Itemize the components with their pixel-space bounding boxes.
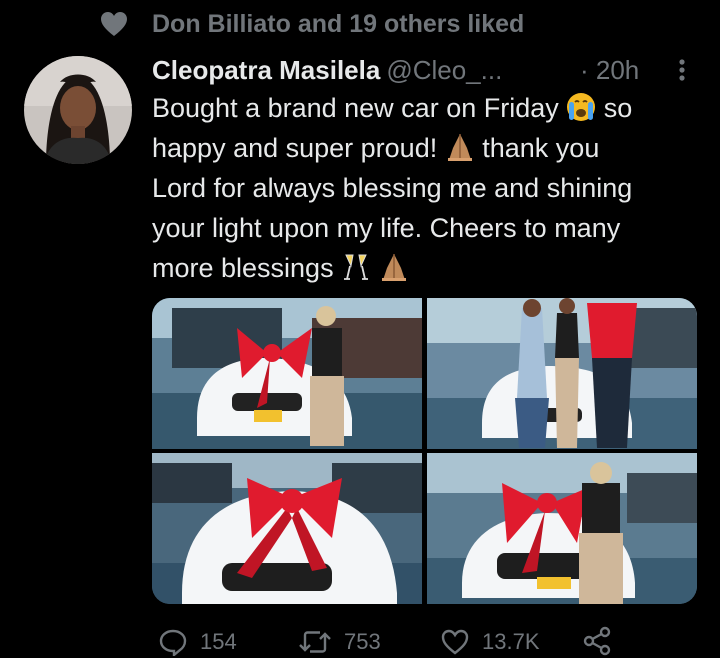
tweet-line-3: Lord for always blessing me and shining bbox=[152, 173, 633, 203]
share-icon bbox=[582, 626, 612, 656]
photo-4[interactable] bbox=[427, 453, 697, 604]
like-icon bbox=[440, 628, 470, 656]
tweet-header: Cleopatra Masilela @Cleo_... · 20h bbox=[152, 53, 692, 87]
champagne-glasses-emoji bbox=[341, 252, 371, 282]
tweet-line-5: more blessings bbox=[152, 253, 334, 283]
retweet-button[interactable]: 753 bbox=[298, 626, 381, 658]
tweet-line-1: Bought a brand new car on Friday bbox=[152, 93, 559, 123]
reply-count: 154 bbox=[200, 629, 237, 654]
retweet-count: 753 bbox=[344, 629, 381, 654]
folded-hands-emoji bbox=[445, 132, 475, 162]
heart-icon bbox=[100, 11, 128, 37]
photo-3[interactable] bbox=[152, 453, 422, 604]
avatar[interactable] bbox=[24, 56, 132, 164]
tweet-line-2-end: thank you bbox=[482, 133, 600, 163]
share-button[interactable] bbox=[582, 626, 612, 656]
social-context-text: Don Billiato and 19 others liked bbox=[152, 10, 525, 38]
crying-face-emoji bbox=[566, 92, 596, 122]
tweet-line-1-end: so bbox=[603, 93, 633, 123]
like-button[interactable]: 13.7K bbox=[440, 626, 540, 658]
media-grid bbox=[152, 298, 697, 604]
tweet-line-2: happy and super proud! bbox=[152, 133, 438, 163]
like-count: 13.7K bbox=[482, 629, 540, 654]
reply-icon bbox=[158, 628, 188, 656]
timestamp[interactable]: · 20h bbox=[580, 53, 639, 87]
photo-2[interactable] bbox=[427, 298, 697, 449]
more-icon[interactable] bbox=[670, 57, 694, 83]
tweet-line-4: your light upon my life. Cheers to many bbox=[152, 213, 621, 243]
tweet-actions: 154 753 13.7K bbox=[158, 626, 638, 658]
tweet-text: Bought a brand new car on Friday so happ… bbox=[152, 88, 697, 288]
photo-1[interactable] bbox=[152, 298, 422, 449]
user-handle[interactable]: @Cleo_... bbox=[386, 55, 502, 85]
reply-button[interactable]: 154 bbox=[158, 626, 237, 658]
folded-hands-emoji bbox=[379, 252, 409, 282]
display-name[interactable]: Cleopatra Masilela bbox=[152, 55, 380, 85]
retweet-icon bbox=[298, 628, 332, 656]
